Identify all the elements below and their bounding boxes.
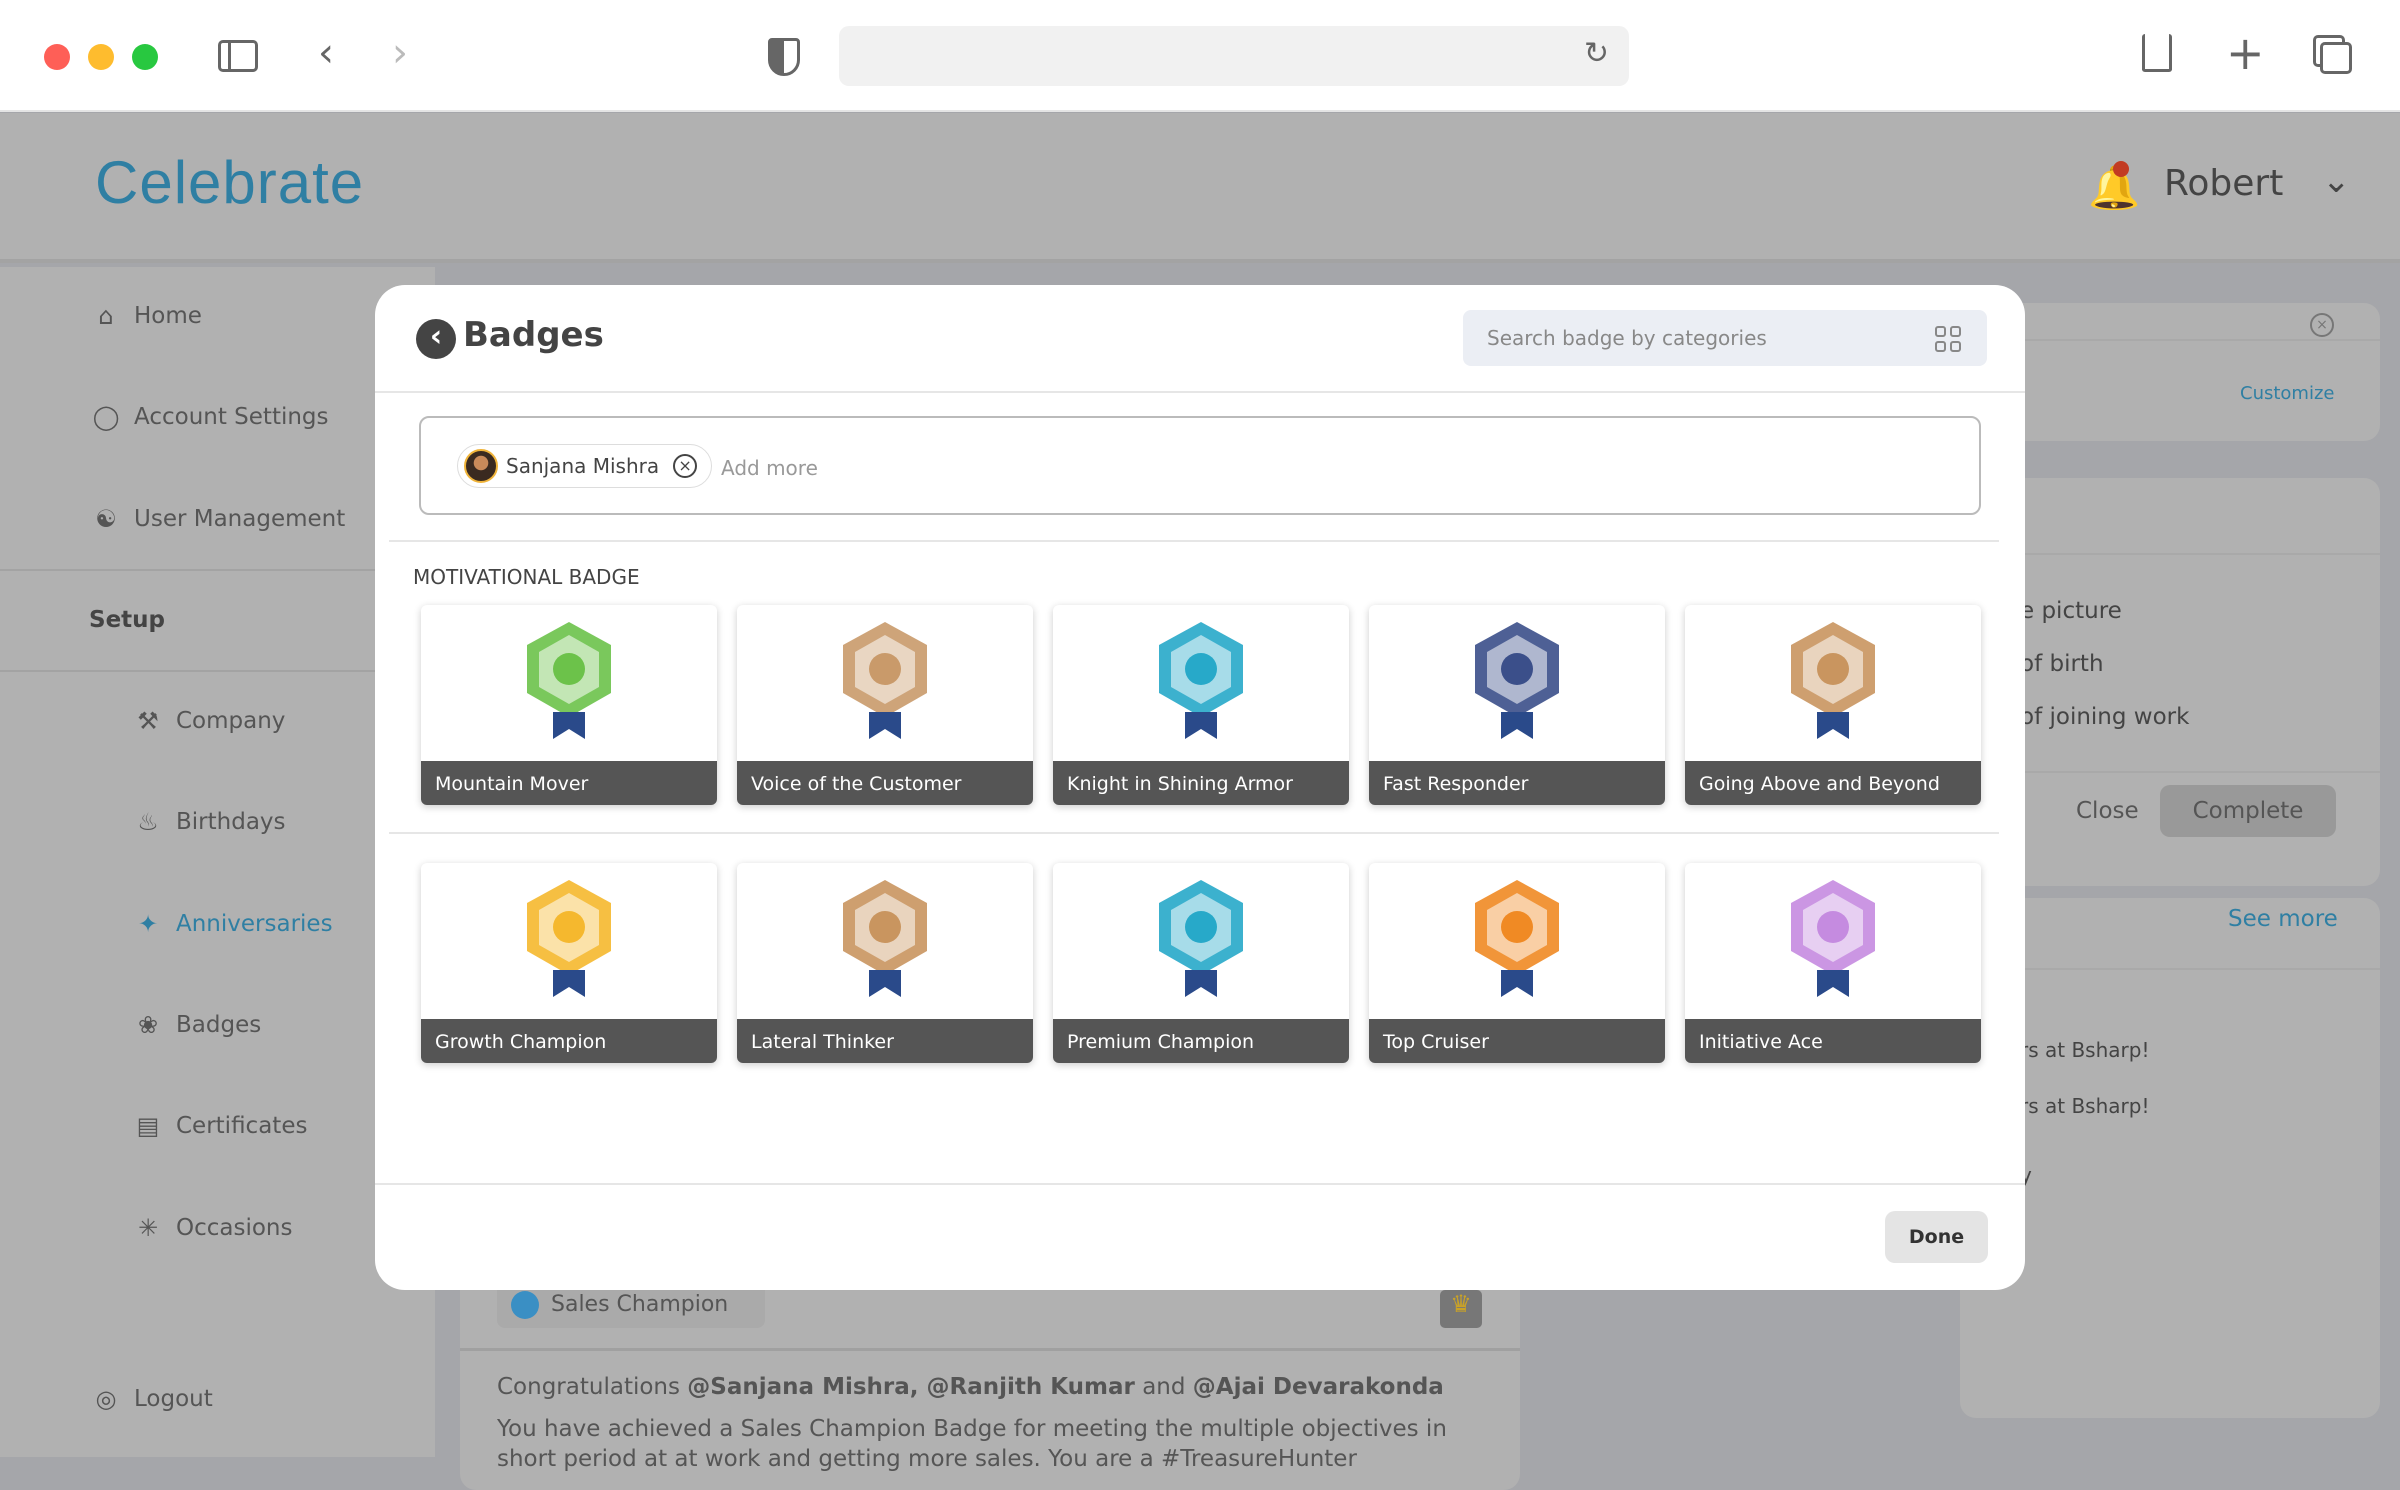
profile-item: of joining work xyxy=(2020,704,2190,730)
grid-view-icon[interactable] xyxy=(1935,326,1961,352)
growth-champion-badge-icon xyxy=(527,880,611,997)
shield-icon[interactable] xyxy=(768,38,800,76)
crown-icon: ♛ xyxy=(1440,1290,1482,1328)
chevron-down-icon[interactable]: ⌄ xyxy=(2322,161,2351,201)
sidebar-item-certificates[interactable]: ▤ Certificates xyxy=(134,1112,308,1140)
sidebar-item-company[interactable]: ⚒ Company xyxy=(134,707,285,735)
certificate-icon: ▤ xyxy=(136,1112,160,1140)
badge-label: Knight in Shining Armor xyxy=(1053,761,1349,805)
recipient-chip: Sanjana Mishra × xyxy=(457,444,713,488)
account-icon: ◯ xyxy=(92,403,120,431)
new-tab-icon[interactable]: + xyxy=(2226,26,2265,80)
user-name[interactable]: Robert xyxy=(2164,163,2283,204)
fast-responder-badge-icon xyxy=(1475,622,1559,739)
knight-in-shining-armor-badge-icon xyxy=(1159,622,1243,739)
badge-card[interactable]: Initiative Ace xyxy=(1685,863,1981,1063)
reload-icon[interactable]: ↻ xyxy=(1584,36,1609,71)
badge-label: Premium Champion xyxy=(1053,1019,1349,1063)
post-congrats: Congratulations @Sanjana Mishra, @Ranjit… xyxy=(497,1374,1444,1400)
complete-button[interactable]: Complete xyxy=(2160,785,2336,837)
badge-icon: ❀ xyxy=(137,1011,159,1039)
sidebar-icon[interactable] xyxy=(218,40,258,72)
lateral-thinker-badge-icon xyxy=(843,880,927,997)
badge-card[interactable]: Lateral Thinker xyxy=(737,863,1033,1063)
share-icon[interactable] xyxy=(2142,34,2172,72)
close-button[interactable]: Close xyxy=(2076,798,2139,824)
company-icon: ⚒ xyxy=(137,707,159,735)
sidebar-item-occasions[interactable]: ✳ Occasions xyxy=(134,1214,293,1242)
badge-card[interactable]: Going Above and Beyond xyxy=(1685,605,1981,805)
badge-card[interactable]: Growth Champion xyxy=(421,863,717,1063)
modal-title: Badges xyxy=(463,315,604,355)
notification-dot xyxy=(2113,161,2129,177)
profile-item: of birth xyxy=(2020,651,2104,677)
list-item[interactable]: rs at Bsharp! xyxy=(2020,1038,2149,1062)
badge-label: Top Cruiser xyxy=(1369,1019,1665,1063)
sidebar-item-home[interactable]: ⌂ Home xyxy=(92,302,202,330)
users-icon: ☯ xyxy=(95,505,117,533)
remove-recipient-icon[interactable]: × xyxy=(673,454,698,478)
sidebar-item-birthdays[interactable]: ♨ Birthdays xyxy=(134,808,285,836)
forward-icon[interactable]: › xyxy=(392,30,408,76)
customize-link[interactable]: Customize xyxy=(2240,383,2334,404)
sidebar-heading-setup: Setup xyxy=(89,607,165,633)
badge-card[interactable]: Mountain Mover xyxy=(421,605,717,805)
voice-of-the-customer-badge-icon xyxy=(843,622,927,739)
badge-card[interactable]: Premium Champion xyxy=(1053,863,1349,1063)
logout-icon: ◎ xyxy=(95,1385,117,1413)
sidebar-item-anniversaries[interactable]: ✦ Anniversaries xyxy=(134,910,333,938)
badge-card[interactable]: Fast Responder xyxy=(1369,605,1665,805)
profile-item: e picture xyxy=(2020,598,2122,624)
avatar xyxy=(464,449,498,483)
anniversary-icon: ✦ xyxy=(137,910,159,938)
badge-label: Voice of the Customer xyxy=(737,761,1033,805)
home-icon: ⌂ xyxy=(98,302,114,330)
list-item[interactable]: rs at Bsharp! xyxy=(2020,1094,2149,1118)
going-above-and-beyond-badge-icon xyxy=(1791,622,1875,739)
sidebar-item-account-settings[interactable]: ◯ Account Settings xyxy=(92,403,329,431)
initiative-ace-badge-icon xyxy=(1791,880,1875,997)
badge-card[interactable]: Voice of the Customer xyxy=(737,605,1033,805)
maximize-window-button[interactable] xyxy=(132,44,158,70)
done-button[interactable]: Done xyxy=(1885,1211,1988,1263)
address-bar[interactable]: ↻ xyxy=(839,26,1629,86)
badge-icon xyxy=(511,1291,539,1319)
logout-button[interactable]: ◎ Logout xyxy=(92,1385,213,1413)
sidebar xyxy=(0,267,435,1457)
mountain-mover-badge-icon xyxy=(527,622,611,739)
post-body-2: short period at at work and getting more… xyxy=(497,1446,1357,1472)
top-cruiser-badge-icon xyxy=(1475,880,1559,997)
browser-toolbar: ‹ › ↻ + xyxy=(0,0,2400,112)
tabs-icon[interactable] xyxy=(2320,42,2352,74)
badge-card[interactable]: Knight in Shining Armor xyxy=(1053,605,1349,805)
badge-label: Fast Responder xyxy=(1369,761,1665,805)
section-title: MOTIVATIONAL BADGE xyxy=(413,565,640,589)
see-more-link[interactable]: See more xyxy=(2228,906,2338,932)
sidebar-item-user-management[interactable]: ☯ User Management xyxy=(92,505,345,533)
back-button[interactable]: ‹ xyxy=(416,319,456,359)
badge-card[interactable]: Top Cruiser xyxy=(1369,863,1665,1063)
badge-label: Lateral Thinker xyxy=(737,1019,1033,1063)
close-icon[interactable]: × xyxy=(2310,313,2334,337)
close-window-button[interactable] xyxy=(44,44,70,70)
logo[interactable]: Celebrate xyxy=(95,148,364,217)
cake-icon: ♨ xyxy=(137,808,159,836)
party-icon: ✳ xyxy=(137,1214,159,1242)
recipients-input[interactable]: Sanjana Mishra × Add more xyxy=(419,416,1981,515)
badge-label: Mountain Mover xyxy=(421,761,717,805)
back-icon[interactable]: ‹ xyxy=(318,30,334,76)
add-more-input[interactable]: Add more xyxy=(721,456,818,480)
badges-modal: ‹ Badges Search badge by categories Sanj… xyxy=(375,285,2025,1290)
premium-champion-badge-icon xyxy=(1159,880,1243,997)
post-body: You have achieved a Sales Champion Badge… xyxy=(497,1416,1447,1442)
sidebar-item-badges[interactable]: ❀ Badges xyxy=(134,1011,261,1039)
search-input[interactable]: Search badge by categories xyxy=(1463,310,1987,366)
badge-label: Initiative Ace xyxy=(1685,1019,1981,1063)
minimize-window-button[interactable] xyxy=(88,44,114,70)
badge-label: Growth Champion xyxy=(421,1019,717,1063)
badge-label: Going Above and Beyond xyxy=(1685,761,1981,805)
